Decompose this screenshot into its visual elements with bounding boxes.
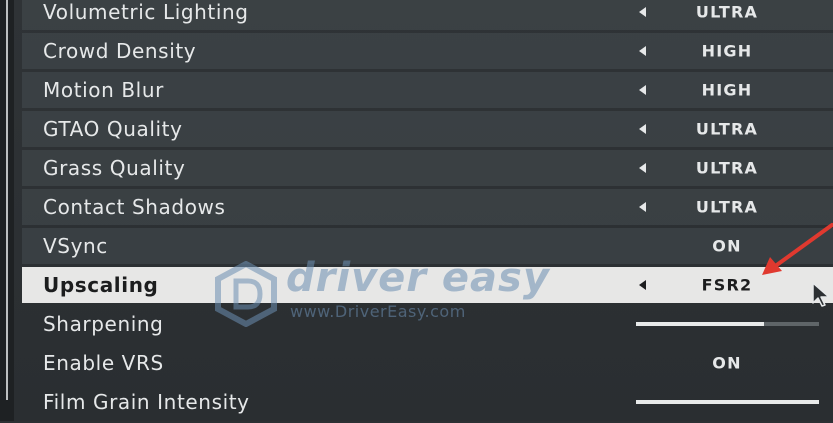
left-rail [0, 0, 14, 421]
left-arrow-icon[interactable] [639, 85, 646, 95]
setting-label: Sharpening [43, 312, 164, 336]
setting-row-motion-blur[interactable]: Motion Blur HIGH [22, 72, 833, 108]
setting-value: ULTRA [695, 2, 759, 22]
cursor-icon [812, 282, 830, 307]
setting-row-enable-vrs[interactable]: Enable VRS ON [22, 345, 833, 381]
setting-value: FSR2 [701, 275, 753, 295]
setting-row-vsync[interactable]: VSync ON [22, 228, 833, 264]
setting-row-sharpening[interactable]: Sharpening [22, 306, 833, 342]
setting-label: VSync [43, 234, 108, 258]
setting-row-crowd-density[interactable]: Crowd Density HIGH [22, 33, 833, 69]
setting-label: Enable VRS [43, 351, 164, 375]
setting-label: Contact Shadows [43, 195, 226, 219]
left-arrow-icon[interactable] [639, 46, 646, 56]
left-arrow-icon[interactable] [639, 280, 646, 290]
slider-fill [636, 400, 819, 404]
setting-label: Grass Quality [43, 156, 186, 180]
setting-label: Upscaling [43, 273, 159, 297]
scroll-rail[interactable] [6, 0, 8, 400]
slider-fill [636, 322, 765, 326]
settings-screen: Volumetric Lighting ULTRA Crowd Density … [0, 0, 833, 421]
left-arrow-icon[interactable] [639, 202, 646, 212]
setting-value: HIGH [701, 41, 753, 61]
left-arrow-icon[interactable] [639, 163, 646, 173]
film-grain-slider[interactable] [636, 400, 819, 404]
setting-value: ULTRA [695, 158, 759, 178]
settings-list: Volumetric Lighting ULTRA Crowd Density … [22, 0, 833, 423]
left-arrow-icon[interactable] [639, 7, 646, 17]
setting-value: ULTRA [695, 119, 759, 139]
setting-row-gtao-quality[interactable]: GTAO Quality ULTRA [22, 111, 833, 147]
setting-label: Motion Blur [43, 78, 164, 102]
setting-value: ON [712, 236, 742, 256]
setting-value: ON [712, 353, 742, 373]
setting-row-grass-quality[interactable]: Grass Quality ULTRA [22, 150, 833, 186]
setting-label: Film Grain Intensity [43, 390, 250, 414]
left-arrow-icon[interactable] [639, 124, 646, 134]
setting-value: ULTRA [695, 197, 759, 217]
setting-label: Crowd Density [43, 39, 197, 63]
setting-row-upscaling[interactable]: Upscaling FSR2 [22, 267, 833, 303]
setting-label: Volumetric Lighting [43, 0, 249, 24]
setting-row-volumetric-lighting[interactable]: Volumetric Lighting ULTRA [22, 0, 833, 30]
setting-value: HIGH [701, 80, 753, 100]
sharpening-slider[interactable] [636, 322, 819, 326]
setting-row-film-grain-intensity[interactable]: Film Grain Intensity [22, 384, 833, 420]
setting-label: GTAO Quality [43, 117, 183, 141]
setting-row-contact-shadows[interactable]: Contact Shadows ULTRA [22, 189, 833, 225]
